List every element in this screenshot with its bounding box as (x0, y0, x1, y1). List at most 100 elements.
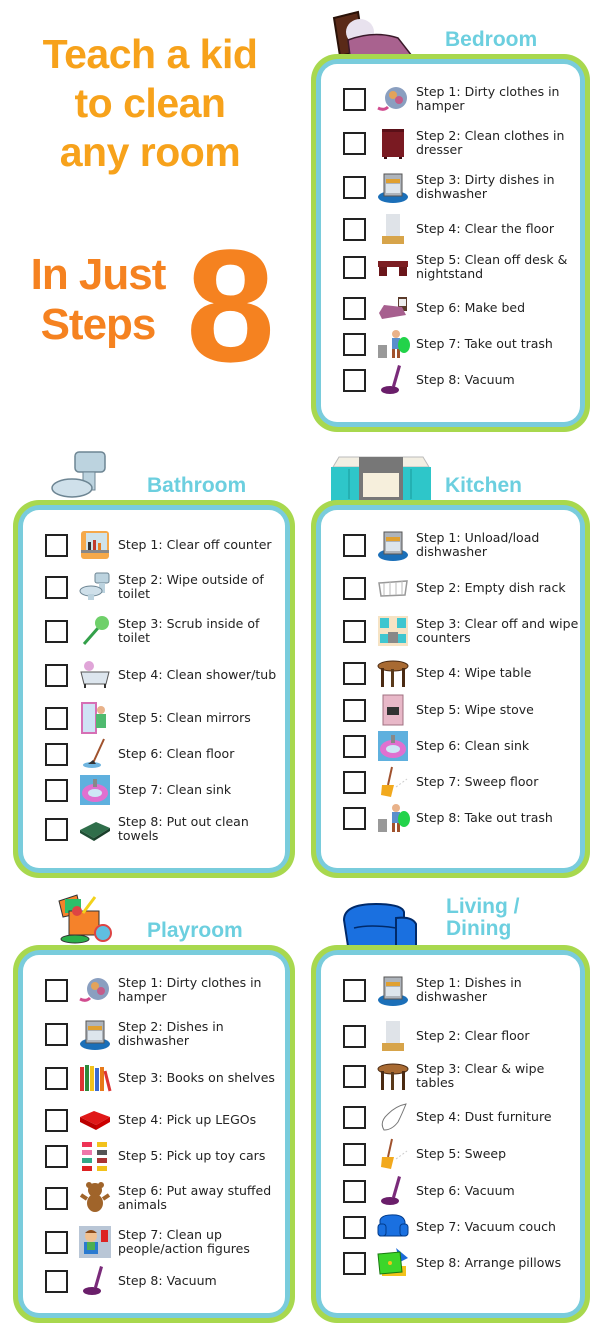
counters-icon (376, 614, 410, 648)
step-checkbox[interactable] (343, 770, 366, 794)
step-checkbox[interactable] (343, 217, 366, 241)
step-checkbox[interactable] (343, 175, 366, 199)
checklist-item: Step 6: Make bed (321, 291, 580, 325)
steps-words: In Just Steps (18, 250, 178, 350)
step-label: Step 3: Scrub inside of toilet (118, 616, 260, 645)
step-checkbox[interactable] (343, 131, 366, 155)
living-dining-checklist: Step 1: Dishes in dishwasher Step 2: Clea… (311, 945, 590, 1323)
bathtub-icon (78, 658, 112, 692)
step-checkbox[interactable] (45, 575, 68, 599)
step-checkbox[interactable] (343, 1215, 366, 1239)
step-checkbox[interactable] (343, 1142, 366, 1166)
step-checkbox[interactable] (45, 619, 68, 643)
step-checkbox[interactable] (343, 1024, 366, 1048)
step-label: Step 8: Put out clean towels (118, 814, 249, 843)
checklist-item: Step 1: Dirty clothes in hamper (23, 973, 285, 1007)
checklist-item: Step 7: Take out trash (321, 327, 580, 361)
toilet-icon (50, 448, 110, 500)
step-label: Step 4: Clear the floor (416, 221, 555, 236)
step-checkbox[interactable] (343, 368, 366, 392)
step-checkbox[interactable] (343, 1251, 366, 1275)
room-title-living-dining: Living / Dining (446, 896, 520, 940)
checklist-item: Step 4: Pick up LEGOs (23, 1103, 285, 1137)
bed-icon (330, 10, 430, 58)
step-checkbox[interactable] (343, 1179, 366, 1203)
checklist-item: Step 5: Wipe stove (321, 693, 580, 727)
laundry-hamper-icon (376, 82, 410, 116)
step-label: Step 5: Pick up toy cars (118, 1148, 266, 1163)
step-checkbox[interactable] (343, 332, 366, 356)
floor-icon (376, 1019, 410, 1053)
step-checkbox[interactable] (45, 1022, 68, 1046)
checklist-item: Step 8: Take out trash (321, 801, 580, 835)
headline-line: any room (59, 129, 241, 175)
step-label: Step 8: Arrange pillows (416, 1255, 562, 1270)
dishwasher-icon (376, 170, 410, 204)
checklist-item: Step 7: Clean sink (23, 773, 285, 807)
step-checkbox[interactable] (343, 978, 366, 1002)
step-checkbox[interactable] (45, 1066, 68, 1090)
room-title-line: Dining (446, 917, 512, 940)
step-checkbox[interactable] (45, 1269, 68, 1293)
bedroom-checklist: Step 1: Dirty clothes in hamper Step 2: C… (311, 54, 590, 432)
step-checkbox[interactable] (45, 817, 68, 841)
step-checkbox[interactable] (45, 1108, 68, 1132)
step-checkbox[interactable] (343, 87, 366, 111)
checklist-item: Step 1: Dirty clothes in hamper (321, 82, 580, 116)
step-label: Step 8: Vacuum (416, 372, 515, 387)
step-checkbox[interactable] (343, 255, 366, 279)
checklist-item: Step 8: Arrange pillows (321, 1246, 580, 1280)
step-checkbox[interactable] (343, 734, 366, 758)
step-label: Step 4: Pick up LEGOs (118, 1112, 257, 1127)
armchair-icon (340, 900, 422, 947)
step-checkbox[interactable] (343, 576, 366, 600)
step-label: Step 6: Clean floor (118, 746, 235, 761)
step-checkbox[interactable] (45, 663, 68, 687)
room-title-bedroom: Bedroom (445, 28, 538, 51)
step-checkbox[interactable] (343, 1064, 366, 1088)
desk-icon (376, 250, 410, 284)
dresser-icon (376, 126, 410, 160)
step-label: Step 5: Clean mirrors (118, 710, 251, 725)
step-checkbox[interactable] (343, 533, 366, 557)
step-checkbox[interactable] (45, 533, 68, 557)
sink-icon (376, 729, 410, 763)
step-label: Step 3: Dirty dishes in dishwasher (416, 172, 555, 201)
step-checkbox[interactable] (45, 742, 68, 766)
checklist-item: Step 7: Vacuum couch (321, 1210, 580, 1244)
step-checkbox[interactable] (45, 706, 68, 730)
checklist-item: Step 2: Dishes in dishwasher (23, 1017, 285, 1051)
step-checkbox[interactable] (45, 978, 68, 1002)
step-checkbox[interactable] (343, 619, 366, 643)
checklist-item: Step 6: Vacuum (321, 1174, 580, 1208)
laundry-hamper-icon (78, 973, 112, 1007)
playroom-checklist: Step 1: Dirty clothes in hamper Step 2: D… (13, 945, 295, 1323)
step-checkbox[interactable] (343, 296, 366, 320)
step-checkbox[interactable] (45, 1186, 68, 1210)
mirror-icon (78, 701, 112, 735)
step-checkbox[interactable] (343, 661, 366, 685)
step-checkbox[interactable] (343, 806, 366, 830)
headline-line: Teach a kid (42, 31, 258, 77)
step-checkbox[interactable] (45, 1144, 68, 1168)
checklist-item: Step 4: Wipe table (321, 656, 580, 690)
step-checkbox[interactable] (343, 698, 366, 722)
dish-rack-icon (376, 571, 410, 605)
step-checkbox[interactable] (45, 1230, 68, 1254)
headline: Teach a kid to clean any room (0, 30, 300, 177)
step-label: Step 2: Dishes in dishwasher (118, 1019, 224, 1048)
step-label: Step 5: Wipe stove (416, 702, 534, 717)
step-checkbox[interactable] (343, 1105, 366, 1129)
steps-callout: In Just Steps 8 (18, 226, 298, 386)
step-label: Step 1: Dirty clothes in hamper (118, 975, 262, 1004)
teddy-bear-icon (78, 1181, 112, 1215)
towels-icon (78, 812, 112, 846)
step-checkbox[interactable] (45, 778, 68, 802)
lego-brick-icon (78, 1103, 112, 1137)
step-label: Step 5: Sweep (416, 1146, 507, 1161)
vacuum-icon (376, 1174, 410, 1208)
counter-icon (78, 528, 112, 562)
trash-icon (376, 327, 410, 361)
checklist-item: Step 3: Clear & wipe tables (321, 1059, 580, 1093)
dishwasher-icon (376, 973, 410, 1007)
